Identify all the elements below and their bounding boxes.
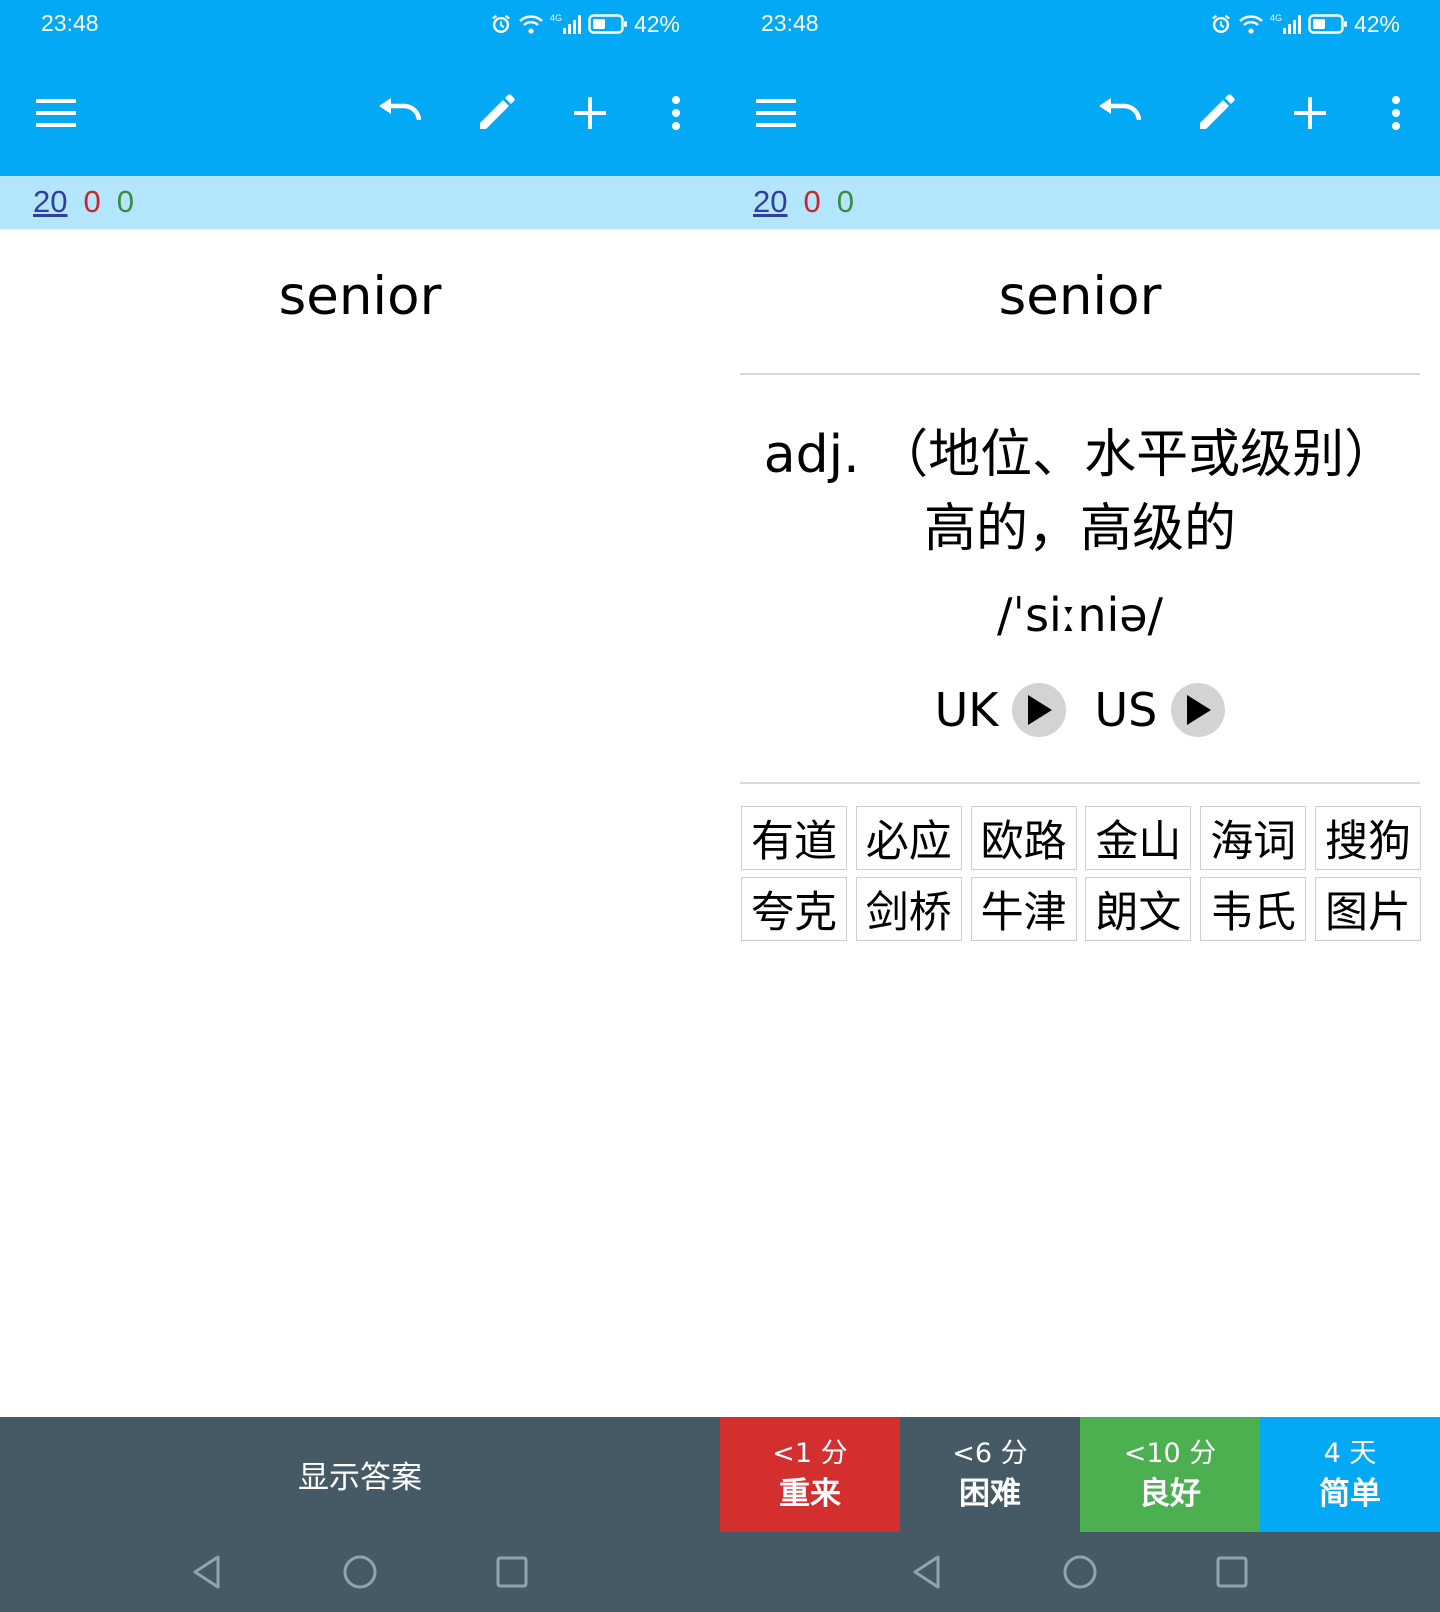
counts-bar: 20 0 0 (0, 176, 720, 229)
divider (740, 373, 1420, 375)
menu-icon[interactable] (26, 83, 86, 143)
dict-oxford-button[interactable]: 牛津 (970, 877, 1077, 941)
status-bar: 23:48 4G 42% (0, 0, 720, 50)
hard-interval: <6 分 (952, 1437, 1028, 1469)
home-icon[interactable] (340, 1552, 380, 1592)
status-time: 23:48 (41, 10, 99, 36)
definition-line-2: 高的，高级的 (923, 499, 1236, 559)
good-interval: <10 分 (1123, 1437, 1217, 1469)
dict-dict-cn-button[interactable]: 海词 (1200, 806, 1307, 870)
good-button[interactable]: <10 分 良好 (1080, 1417, 1260, 1532)
recents-icon[interactable] (1212, 1552, 1252, 1592)
svg-text:4G: 4G (1270, 13, 1282, 23)
battery-icon (588, 14, 627, 34)
battery-percent: 42% (633, 10, 680, 37)
add-icon[interactable] (560, 83, 620, 143)
audio-row: UK US (720, 680, 1440, 740)
undo-icon[interactable] (1090, 83, 1150, 143)
phonetic: /ˈsiːniə/ (996, 588, 1164, 642)
dict-cambridge-button[interactable]: 剑桥 (855, 877, 962, 941)
more-vert-icon[interactable] (1366, 83, 1426, 143)
dict-youdao-button[interactable]: 有道 (741, 806, 847, 870)
learning-count: 0 (83, 184, 101, 219)
dict-kingsoft-button[interactable]: 金山 (1085, 806, 1192, 870)
signal-icon: 4G (1270, 13, 1301, 34)
status-bar: 23:48 4G 42% (720, 0, 1440, 50)
play-icon (1028, 695, 1053, 725)
new-count: 20 (33, 184, 68, 219)
new-count: 20 (753, 184, 788, 219)
card-word: senior (998, 266, 1162, 327)
answer-bar: 显示答案 (0, 1417, 720, 1532)
again-button[interactable]: <1 分 重来 (720, 1417, 900, 1532)
card-back-screen: 23:48 4G 42% 20 0 0 senior adj. （地位、水平或级… (720, 0, 1440, 1612)
uk-label: UK (934, 683, 999, 737)
undo-icon[interactable] (370, 83, 430, 143)
hard-button[interactable]: <6 分 困难 (900, 1417, 1080, 1532)
dict-eudic-button[interactable]: 欧路 (970, 806, 1077, 870)
uk-play-button[interactable] (1012, 683, 1067, 737)
card-counts: 20 0 0 (33, 184, 134, 220)
play-icon (1187, 695, 1212, 725)
us-play-button[interactable] (1171, 683, 1226, 737)
edit-icon[interactable] (1186, 83, 1246, 143)
toolbar (720, 50, 1440, 176)
review-count: 0 (116, 184, 134, 219)
alarm-icon (492, 14, 510, 33)
dict-webster-button[interactable]: 韦氏 (1200, 877, 1307, 941)
dict-images-button[interactable]: 图片 (1314, 877, 1421, 941)
battery-percent: 42% (1353, 10, 1400, 37)
dict-sogou-button[interactable]: 搜狗 (1314, 806, 1421, 870)
hard-label: 困难 (959, 1475, 1021, 1512)
status-icons: 4G 42% (1210, 8, 1400, 40)
easy-button[interactable]: 4 天 简单 (1260, 1417, 1440, 1532)
dict-longman-button[interactable]: 朗文 (1085, 877, 1192, 941)
status-time: 23:48 (761, 10, 819, 36)
card-front-screen: 23:48 4G 42% 20 0 0 senior 显示答案 (0, 0, 720, 1612)
easy-label: 简单 (1319, 1475, 1381, 1512)
system-nav-bar (0, 1532, 720, 1612)
alarm-icon (1212, 14, 1230, 33)
card-word: senior (278, 266, 442, 327)
add-icon[interactable] (1280, 83, 1340, 143)
system-nav-bar (720, 1532, 1440, 1612)
show-answer-button[interactable]: 显示答案 (0, 1417, 720, 1532)
counts-bar: 20 0 0 (720, 176, 1440, 229)
dict-quark-button[interactable]: 夸克 (741, 877, 847, 941)
dictionary-links: 有道 必应 欧路 金山 海词 搜狗 夸克 剑桥 牛津 朗文 韦氏 图片 (741, 806, 1421, 941)
review-count: 0 (836, 184, 854, 219)
answer-bar: <1 分 重来 <6 分 困难 <10 分 良好 4 天 简单 (720, 1417, 1440, 1532)
svg-text:4G: 4G (550, 13, 562, 23)
again-interval: <1 分 (772, 1437, 848, 1469)
recents-icon[interactable] (492, 1552, 532, 1592)
home-icon[interactable] (1060, 1552, 1100, 1592)
learning-count: 0 (803, 184, 821, 219)
back-icon[interactable] (186, 1552, 226, 1592)
wifi-icon (519, 15, 543, 34)
definition-line-1: adj. （地位、水平或级别） (763, 425, 1397, 485)
menu-icon[interactable] (746, 83, 806, 143)
signal-icon: 4G (550, 13, 581, 34)
card-counts: 20 0 0 (753, 184, 854, 220)
definition: adj. （地位、水平或级别） 高的，高级的 (740, 418, 1420, 566)
edit-icon[interactable] (466, 83, 526, 143)
wifi-icon (1239, 15, 1263, 34)
toolbar (0, 50, 720, 176)
easy-interval: 4 天 (1323, 1437, 1377, 1469)
back-icon[interactable] (906, 1552, 946, 1592)
battery-icon (1308, 14, 1347, 34)
divider (740, 782, 1420, 784)
dict-bing-button[interactable]: 必应 (855, 806, 962, 870)
good-label: 良好 (1139, 1475, 1201, 1512)
status-icons: 4G 42% (490, 8, 680, 40)
us-label: US (1094, 683, 1158, 737)
more-vert-icon[interactable] (646, 83, 706, 143)
again-label: 重来 (779, 1475, 841, 1512)
